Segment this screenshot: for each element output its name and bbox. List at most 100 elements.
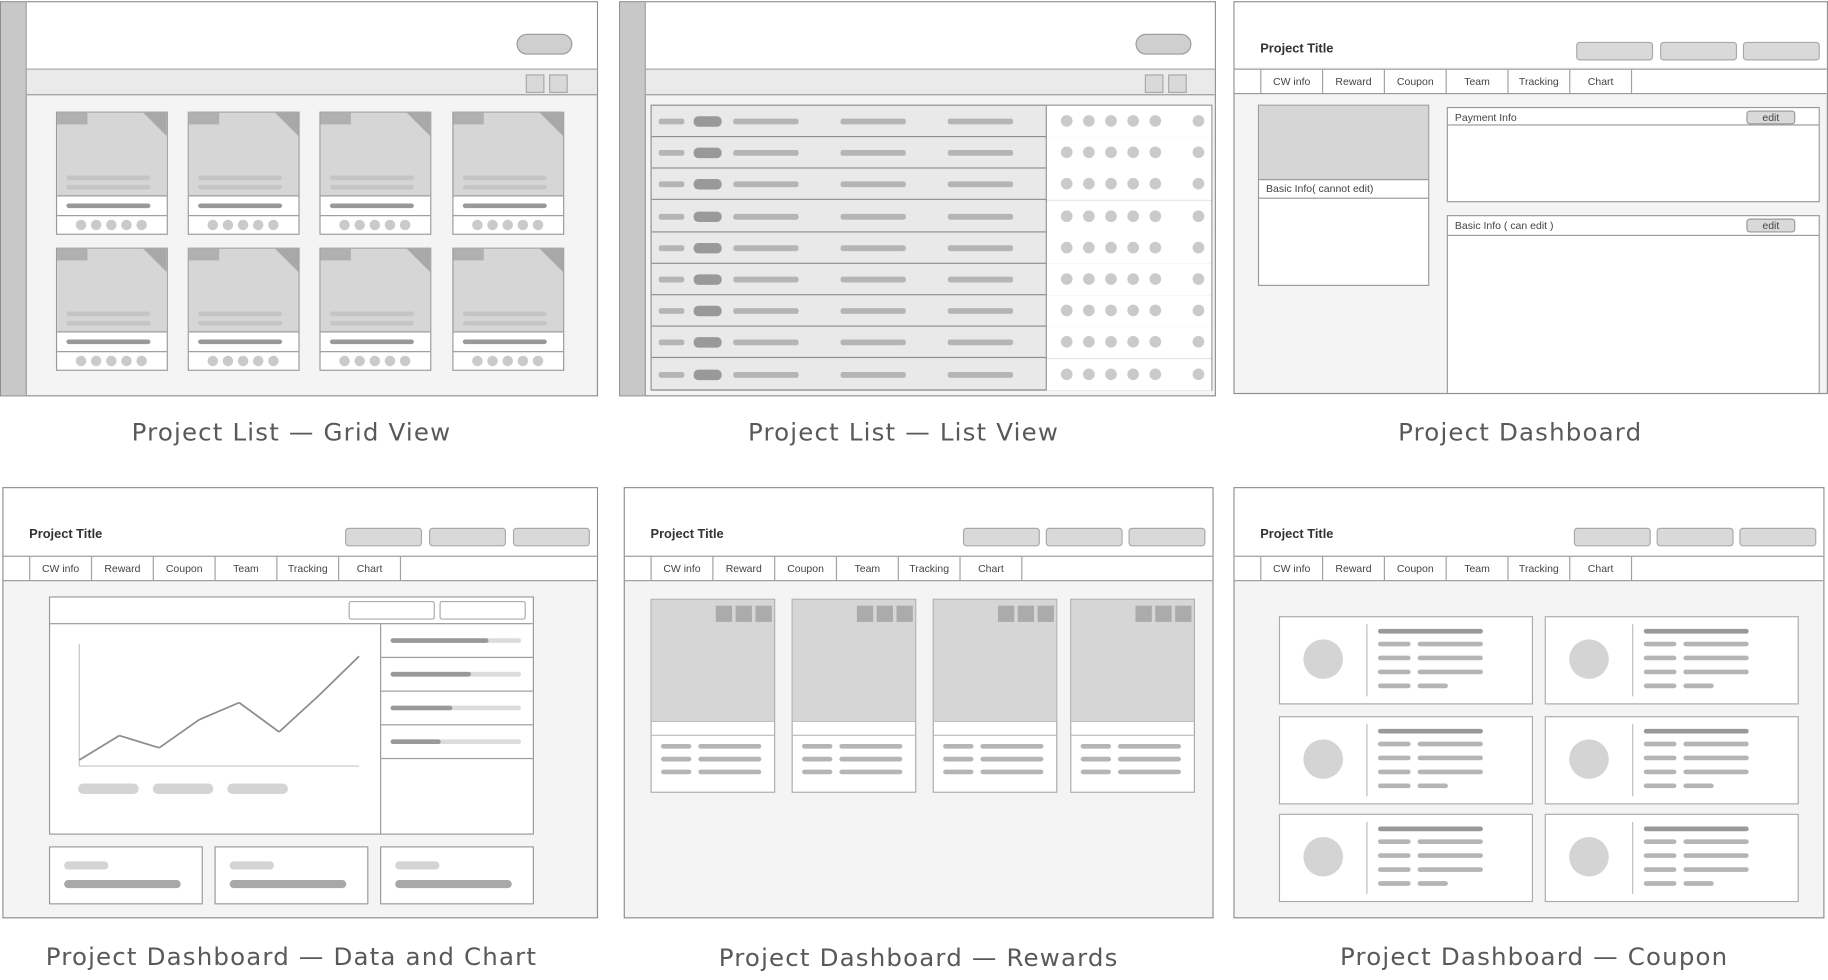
project-card[interactable] — [452, 247, 565, 371]
row-action-dot[interactable] — [1127, 178, 1139, 190]
table-row[interactable] — [651, 232, 1212, 264]
coupon-card[interactable] — [1278, 616, 1534, 705]
coupon-card[interactable] — [1278, 716, 1534, 805]
row-action-dot[interactable] — [1060, 273, 1073, 285]
row-action-dot[interactable] — [1149, 209, 1162, 222]
row-action-dot[interactable] — [1192, 304, 1205, 317]
tab-chart[interactable]: Chart — [961, 556, 1023, 581]
table-row[interactable] — [651, 295, 1212, 327]
row-action-dot[interactable] — [1149, 273, 1162, 285]
row-action-dot[interactable] — [1105, 368, 1117, 380]
project-card[interactable] — [319, 247, 432, 371]
row-action-dot[interactable] — [1127, 115, 1139, 127]
project-card[interactable] — [187, 111, 300, 235]
header-button-3[interactable] — [512, 527, 590, 547]
tab-team[interactable]: Team — [1447, 69, 1509, 93]
header-button-2[interactable] — [429, 527, 506, 547]
reward-card[interactable] — [791, 598, 917, 793]
row-action-dot[interactable] — [1083, 115, 1095, 127]
tab-tracking[interactable]: Tracking — [277, 556, 340, 581]
row-action-dot[interactable] — [1060, 146, 1073, 159]
row-action-dot[interactable] — [1060, 209, 1073, 222]
tab-coupon[interactable]: Coupon — [775, 556, 838, 581]
row-action-dot[interactable] — [1105, 304, 1117, 317]
row-action-dot[interactable] — [1127, 146, 1139, 159]
table-row[interactable] — [651, 263, 1212, 296]
tab-tracking[interactable]: Tracking — [1509, 556, 1571, 581]
reward-action-square[interactable] — [856, 605, 874, 622]
row-action-dot[interactable] — [1192, 115, 1205, 127]
tab-coupon[interactable]: Coupon — [1385, 556, 1447, 581]
row-action-dot[interactable] — [1149, 241, 1162, 254]
reward-action-square[interactable] — [1175, 605, 1192, 622]
coupon-card[interactable] — [1544, 716, 1799, 805]
basic-info-edit-button[interactable]: edit — [1746, 218, 1796, 233]
row-action-dot[interactable] — [1060, 368, 1073, 380]
row-action-dot[interactable] — [1192, 368, 1205, 380]
row-action-dot[interactable] — [1105, 178, 1117, 190]
tab-cw-info[interactable]: CW info — [1260, 69, 1324, 93]
tab-reward[interactable]: Reward — [92, 556, 154, 581]
tab-cw-info[interactable]: CW info — [29, 556, 93, 581]
tab-reward[interactable]: Reward — [713, 556, 776, 581]
row-action-dot[interactable] — [1127, 209, 1139, 222]
reward-action-square[interactable] — [735, 605, 752, 622]
row-action-dot[interactable] — [1105, 336, 1117, 349]
date-from-input[interactable] — [348, 601, 435, 620]
row-action-dot[interactable] — [1083, 304, 1095, 317]
tab-tracking[interactable]: Tracking — [899, 556, 961, 581]
header-button-2[interactable] — [1656, 527, 1734, 547]
row-action-dot[interactable] — [1105, 115, 1117, 127]
row-action-dot[interactable] — [1192, 273, 1205, 285]
row-action-dot[interactable] — [1060, 241, 1073, 254]
table-row[interactable] — [651, 358, 1212, 391]
tab-reward[interactable]: Reward — [1323, 556, 1385, 581]
tab-tracking[interactable]: Tracking — [1509, 69, 1571, 93]
list-view-toggle[interactable] — [549, 74, 568, 93]
tab-chart[interactable]: Chart — [1570, 69, 1633, 93]
tab-coupon[interactable]: Coupon — [154, 556, 216, 581]
row-action-dot[interactable] — [1149, 115, 1162, 127]
row-action-dot[interactable] — [1060, 304, 1073, 317]
row-action-dot[interactable] — [1149, 146, 1162, 159]
tab-team[interactable]: Team — [837, 556, 899, 581]
reward-action-square[interactable] — [876, 605, 894, 622]
tab-team[interactable]: Team — [1447, 556, 1509, 581]
row-action-dot[interactable] — [1149, 178, 1162, 190]
reward-action-square[interactable] — [997, 605, 1015, 622]
reward-action-square[interactable] — [1017, 605, 1035, 622]
header-button-2[interactable] — [1660, 41, 1738, 61]
row-action-dot[interactable] — [1127, 241, 1139, 254]
row-action-dot[interactable] — [1192, 241, 1205, 254]
header-button-1[interactable] — [962, 527, 1040, 547]
header-button-1[interactable] — [345, 527, 423, 547]
row-action-dot[interactable] — [1149, 304, 1162, 317]
row-action-dot[interactable] — [1149, 336, 1162, 349]
tab-chart[interactable]: Chart — [1570, 556, 1633, 581]
row-action-dot[interactable] — [1083, 178, 1095, 190]
reward-action-square[interactable] — [755, 605, 772, 622]
payment-edit-button[interactable]: edit — [1746, 110, 1796, 125]
tab-reward[interactable]: Reward — [1323, 69, 1385, 93]
table-row[interactable] — [651, 200, 1212, 233]
tab-cw-info[interactable]: CW info — [650, 556, 714, 581]
header-button-3[interactable] — [1739, 527, 1817, 547]
coupon-card[interactable] — [1278, 813, 1534, 903]
table-row[interactable] — [651, 169, 1212, 201]
tab-coupon[interactable]: Coupon — [1385, 69, 1447, 93]
project-card[interactable] — [55, 111, 168, 235]
grid-view-toggle[interactable] — [525, 74, 545, 93]
row-action-dot[interactable] — [1060, 115, 1073, 127]
reward-card[interactable] — [932, 598, 1058, 793]
project-card[interactable] — [187, 247, 300, 371]
row-action-dot[interactable] — [1192, 209, 1205, 222]
tab-cw-info[interactable]: CW info — [1260, 556, 1324, 581]
project-card[interactable] — [55, 247, 168, 371]
reward-action-square[interactable] — [1135, 605, 1152, 622]
row-action-dot[interactable] — [1060, 336, 1073, 349]
list-view-toggle[interactable] — [1168, 74, 1187, 93]
reward-action-square[interactable] — [715, 605, 733, 622]
header-button-1[interactable] — [1576, 41, 1654, 61]
coupon-card[interactable] — [1544, 616, 1799, 705]
row-action-dot[interactable] — [1127, 304, 1139, 317]
